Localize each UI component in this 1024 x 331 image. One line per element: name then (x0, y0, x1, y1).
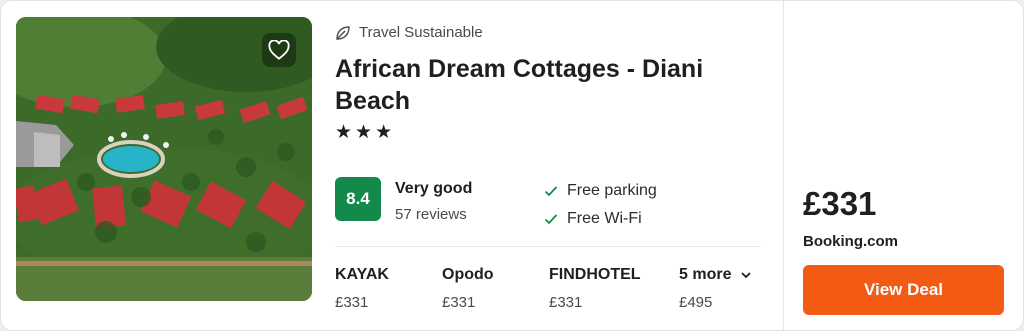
sustainability-label: Travel Sustainable (359, 24, 483, 41)
chevron-down-icon (741, 271, 752, 278)
more-providers-dropdown[interactable]: 5 more £495 (679, 265, 752, 311)
amenity-label: Free Wi-Fi (567, 210, 642, 227)
divider (335, 246, 761, 247)
view-deal-button[interactable]: View Deal (803, 265, 1004, 315)
provider-name: Opodo (442, 266, 494, 283)
provider-price: £331 (549, 294, 583, 311)
provider-name: KAYAK (335, 266, 389, 283)
sustainability-badge: Travel Sustainable (335, 24, 483, 41)
leaf-icon (336, 25, 350, 40)
more-providers-label: 5 more (679, 266, 732, 283)
check-icon (544, 186, 558, 197)
hotel-result-card[interactable]: Travel Sustainable African Dream Cottage… (0, 0, 1024, 331)
amenity-label: Free parking (567, 182, 657, 199)
provider-price: £331 (442, 294, 476, 311)
provider-offer-opodo[interactable]: Opodo £331 (442, 265, 494, 311)
review-count[interactable]: 57 reviews (395, 206, 467, 223)
heart-icon (268, 40, 290, 60)
provider-offer-kayak[interactable]: KAYAK £331 (335, 265, 389, 311)
more-providers-price: £495 (679, 294, 713, 311)
rating-label: Very good (395, 180, 473, 197)
best-price: £331 (803, 185, 877, 222)
best-price-site: Booking.com (803, 233, 899, 250)
review-score-badge: 8.4 (335, 177, 381, 221)
amenity-item: Free parking (544, 182, 657, 200)
column-divider (783, 1, 784, 330)
provider-name: FINDHOTEL (549, 266, 641, 283)
amenity-item: Free Wi-Fi (544, 210, 642, 228)
favorite-button[interactable] (262, 33, 296, 67)
provider-offer-findhotel[interactable]: FINDHOTEL £331 (549, 265, 641, 311)
hotel-name[interactable]: African Dream Cottages - Diani Beach (335, 53, 765, 117)
star-rating: ★★★ (335, 122, 396, 143)
provider-price: £331 (335, 294, 369, 311)
check-icon (544, 214, 558, 225)
